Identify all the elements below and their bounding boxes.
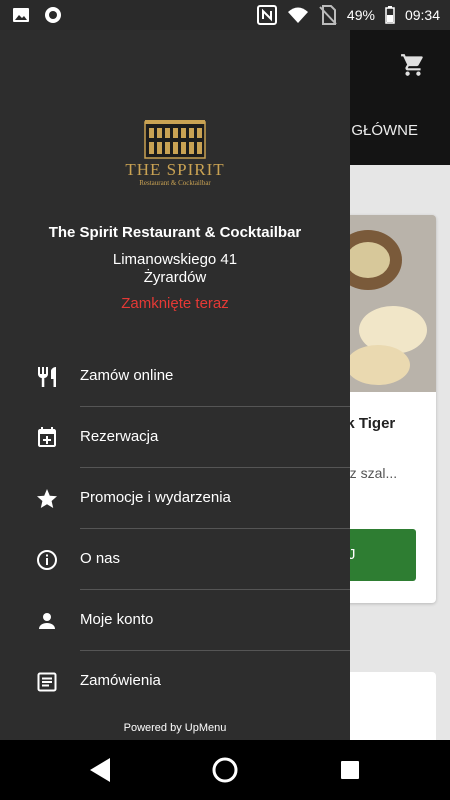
- cutlery-icon: [38, 367, 56, 387]
- menu-item-order-online[interactable]: Zamów online: [0, 346, 350, 407]
- product-image: [338, 215, 436, 392]
- record-icon: [45, 7, 61, 23]
- recent-apps-icon[interactable]: [340, 760, 360, 780]
- nfc-icon: [256, 5, 277, 25]
- address-city: Żyrardów: [143, 269, 207, 286]
- menu-item-orders[interactable]: Zamówienia: [0, 651, 350, 712]
- menu-item-account[interactable]: Moje konto: [0, 590, 350, 651]
- person-icon: [39, 613, 55, 629]
- home-icon[interactable]: [211, 756, 239, 784]
- menu-item-label: Rezerwacja: [80, 428, 159, 445]
- logo-subtitle: Restaurant & Cocktailbar: [139, 179, 211, 187]
- battery-icon: [385, 6, 395, 24]
- battery-percent: 49%: [346, 7, 375, 23]
- menu-item-reservation[interactable]: Rezerwacja: [0, 407, 350, 468]
- restaurant-logo: [144, 120, 206, 159]
- menu-item-promotions[interactable]: Promocje i wydarzenia: [0, 468, 350, 529]
- open-status: Zamknięte teraz: [121, 295, 229, 312]
- menu-item-label: Zamówienia: [80, 672, 161, 689]
- calendar-add-icon: [38, 427, 56, 447]
- menu-item-label: Zamów online: [80, 367, 174, 384]
- tab-main[interactable]: A GŁÓWNE: [338, 122, 418, 139]
- cart-icon[interactable]: [400, 52, 426, 78]
- menu-item-about[interactable]: O nas: [0, 529, 350, 590]
- logo-title: THE SPIRIT: [125, 160, 225, 179]
- info-icon: [37, 550, 57, 570]
- wifi-icon: [287, 7, 308, 23]
- no-sim-icon: [319, 5, 337, 25]
- clock: 09:34: [404, 7, 440, 23]
- address-street: Limanowskiego 41: [112, 251, 238, 268]
- status-bar: 49% 09:34: [0, 0, 450, 30]
- back-icon[interactable]: [88, 757, 112, 783]
- drawer-menu: Zamów online Rezerwacja Promocje i wydar…: [0, 346, 350, 712]
- system-navigation-bar: [0, 740, 450, 800]
- product-card[interactable]: ck Tiger e z szal... AJ: [338, 215, 436, 603]
- receipt-icon: [37, 672, 57, 692]
- restaurant-name: The Spirit Restaurant & Cocktailbar: [48, 224, 302, 241]
- powered-by-link[interactable]: Powered by UpMenu: [0, 722, 350, 734]
- image-icon: [13, 8, 29, 22]
- navigation-drawer: THE SPIRIT Restaurant & Cocktailbar The …: [0, 30, 350, 740]
- menu-item-label: O nas: [80, 550, 121, 567]
- menu-item-label: Promocje i wydarzenia: [80, 489, 231, 506]
- menu-item-label: Moje konto: [80, 611, 154, 628]
- star-icon: [37, 489, 57, 508]
